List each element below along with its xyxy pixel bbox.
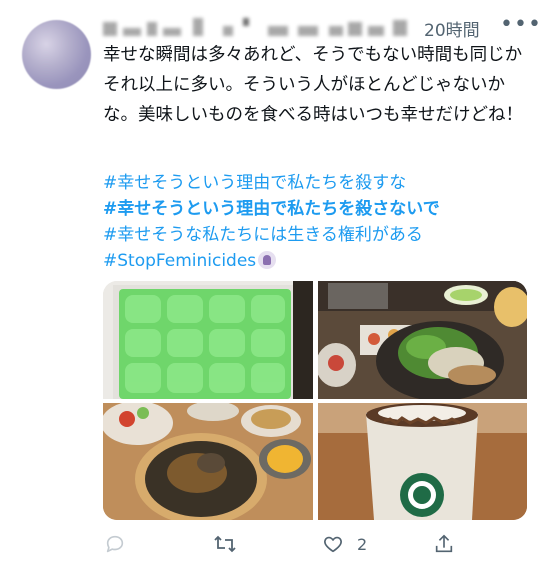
photo-starbucks-drink[interactable] [318, 403, 527, 520]
retweet-icon[interactable] [213, 533, 237, 559]
more-icon[interactable]: ••• [500, 12, 542, 37]
hashtags: #幸せそうという理由で私たちを殺すな #幸せそうという理由で私たちを殺さないで … [103, 170, 533, 274]
photo-salad-plate[interactable] [318, 281, 527, 399]
photo-steamer-food[interactable] [103, 403, 313, 520]
hashtag-4-label[interactable]: #StopFeminicides [103, 251, 256, 271]
tweet-text: 幸せな瞬間は多々あれど、そうでもない時間も同じかそれ以上に多い。そういう人がほと… [103, 45, 523, 125]
hashtag-3[interactable]: #幸せそうな私たちには生きる権利がある [103, 222, 533, 248]
like-count: 2 [357, 535, 368, 554]
reply-icon[interactable] [104, 533, 126, 559]
avatar[interactable] [22, 20, 91, 89]
tweet-timestamp[interactable]: 20時間 [424, 16, 480, 41]
feminist-icon [258, 251, 277, 269]
hashtag-1[interactable]: #幸せそうという理由で私たちを殺すな [103, 170, 533, 196]
share-icon[interactable] [433, 532, 455, 560]
hashtag-2[interactable]: #幸せそうという理由で私たちを殺さないで [103, 196, 533, 222]
photo-green-jelly[interactable] [103, 281, 313, 399]
photo-grid [103, 281, 527, 520]
display-name-blurred[interactable] [103, 18, 423, 38]
like-icon[interactable] [322, 533, 344, 559]
action-bar: 2 [0, 530, 550, 560]
hashtag-stopfeminicides[interactable]: #StopFeminicides [103, 248, 533, 274]
